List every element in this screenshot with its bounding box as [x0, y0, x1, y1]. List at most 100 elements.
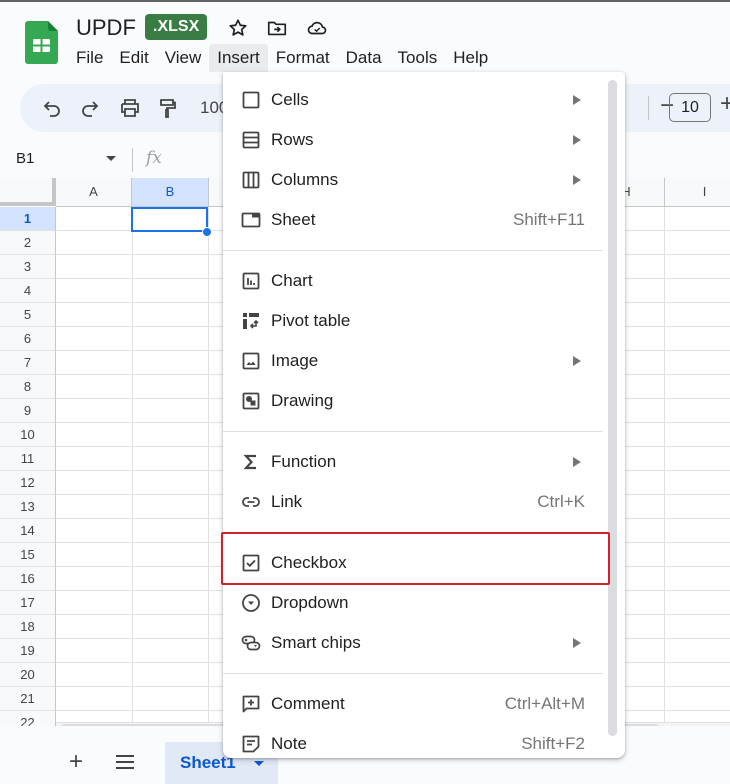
menu-item-label: Rows: [271, 130, 314, 149]
row-header-8[interactable]: 8: [0, 375, 56, 399]
menu-item-label: Columns: [271, 170, 339, 189]
fill-handle[interactable]: [202, 227, 212, 237]
sheet-tab-menu-icon[interactable]: [254, 761, 264, 766]
menu-format[interactable]: Format: [268, 44, 338, 72]
cloud-saved-icon[interactable]: [306, 17, 328, 39]
submenu-arrow-icon: [573, 135, 581, 145]
increase-font-size-button[interactable]: +: [720, 90, 730, 118]
column-gridline: [208, 207, 209, 726]
menu-insert[interactable]: Insert: [209, 44, 268, 72]
menu-item-label: Cells: [271, 90, 309, 109]
column-header-b[interactable]: B: [132, 178, 209, 207]
menu-item-sheet[interactable]: Sheet Shift+F11: [223, 200, 603, 240]
menu-separator: [223, 431, 603, 432]
smart-chips-icon: [241, 635, 261, 651]
window-top-border: [0, 0, 730, 2]
insert-menu: Cells Rows Columns Sheet Shift+F11 Chart…: [223, 72, 625, 758]
menu-scrollbar[interactable]: [608, 80, 617, 736]
columns-icon: [242, 171, 260, 189]
row-header-17[interactable]: 17: [0, 591, 56, 615]
menu-item-chart[interactable]: Chart: [223, 261, 603, 301]
menu-edit[interactable]: Edit: [111, 44, 156, 72]
redo-icon[interactable]: [78, 96, 102, 120]
select-all-corner[interactable]: [0, 178, 56, 206]
menu-item-function[interactable]: Function: [223, 442, 603, 482]
menu-item-dropdown[interactable]: Dropdown: [223, 583, 603, 623]
undo-icon[interactable]: [40, 96, 64, 120]
row-header-3[interactable]: 3: [0, 255, 56, 279]
comment-icon: [242, 695, 260, 713]
dropdown-icon: [242, 594, 260, 612]
menu-view[interactable]: View: [157, 44, 210, 72]
menu-item-label: Chart: [271, 271, 313, 290]
cells-icon: [242, 91, 260, 109]
row-header-16[interactable]: 16: [0, 567, 56, 591]
menu-item-cells[interactable]: Cells: [223, 80, 603, 120]
menu-item-smart-chips[interactable]: Smart chips: [223, 623, 603, 663]
row-header-13[interactable]: 13: [0, 495, 56, 519]
submenu-arrow-icon: [573, 638, 581, 648]
menu-data[interactable]: Data: [338, 44, 390, 72]
document-title[interactable]: UPDF: [76, 15, 136, 41]
row-header-1[interactable]: 1: [0, 207, 56, 231]
pivot-table-icon: [243, 313, 259, 329]
row-header-14[interactable]: 14: [0, 519, 56, 543]
name-box-dropdown-icon[interactable]: [106, 156, 116, 161]
menu-help[interactable]: Help: [445, 44, 496, 72]
menu-item-link[interactable]: Link Ctrl+K: [223, 482, 603, 522]
sheets-logo-icon[interactable]: [25, 21, 58, 64]
row-header-9[interactable]: 9: [0, 399, 56, 423]
menu-item-shortcut: Ctrl+Alt+M: [504, 694, 585, 713]
font-size-input[interactable]: 10: [669, 93, 711, 122]
row-header-6[interactable]: 6: [0, 327, 56, 351]
row-header-18[interactable]: 18: [0, 615, 56, 639]
menu-file[interactable]: File: [68, 44, 111, 72]
row-header-10[interactable]: 10: [0, 423, 56, 447]
menu-item-pivot-table[interactable]: Pivot table: [223, 301, 603, 341]
print-icon[interactable]: [118, 96, 142, 120]
menu-item-label: Comment: [271, 694, 345, 713]
menu-separator: [223, 673, 603, 674]
row-header-21[interactable]: 21: [0, 687, 56, 711]
row-header-12[interactable]: 12: [0, 471, 56, 495]
checkbox-icon: [242, 554, 260, 572]
toolbar-divider: [648, 96, 649, 120]
menu-item-note[interactable]: Note Shift+F2: [223, 724, 603, 758]
menu-item-comment[interactable]: Comment Ctrl+Alt+M: [223, 684, 603, 724]
star-icon[interactable]: [227, 17, 249, 39]
column-header-i[interactable]: I: [665, 178, 730, 207]
menu-item-shortcut: Shift+F2: [521, 734, 585, 753]
drawing-icon: [242, 392, 260, 410]
menu-item-label: Sheet: [271, 210, 316, 229]
name-box[interactable]: B1: [16, 150, 34, 167]
row-header-5[interactable]: 5: [0, 303, 56, 327]
menu-item-checkbox[interactable]: Checkbox: [223, 543, 603, 583]
chart-icon: [242, 272, 260, 290]
column-header-a[interactable]: A: [56, 178, 132, 207]
row-header-20[interactable]: 20: [0, 663, 56, 687]
menu-item-rows[interactable]: Rows: [223, 120, 603, 160]
menu-item-columns[interactable]: Columns: [223, 160, 603, 200]
menu-item-label: Note: [271, 734, 307, 753]
move-to-folder-icon[interactable]: [266, 17, 288, 39]
submenu-arrow-icon: [573, 95, 581, 105]
row-header-22[interactable]: 22: [0, 711, 56, 726]
paint-format-icon[interactable]: [156, 96, 180, 120]
row-header-19[interactable]: 19: [0, 639, 56, 663]
row-header-15[interactable]: 15: [0, 543, 56, 567]
link-icon: [242, 497, 260, 507]
menu-item-drawing[interactable]: Drawing: [223, 381, 603, 421]
menu-item-label: Drawing: [271, 391, 334, 410]
row-header-7[interactable]: 7: [0, 351, 56, 375]
add-sheet-button[interactable]: +: [66, 748, 86, 776]
all-sheets-menu-icon[interactable]: [115, 754, 135, 770]
menu-item-label: Dropdown: [271, 593, 349, 612]
row-header-11[interactable]: 11: [0, 447, 56, 471]
row-header-2[interactable]: 2: [0, 231, 56, 255]
menu-item-image[interactable]: Image: [223, 341, 603, 381]
menu-item-shortcut: Shift+F11: [513, 210, 585, 229]
note-icon: [242, 735, 260, 753]
selected-cell-b1[interactable]: [131, 207, 208, 232]
row-header-4[interactable]: 4: [0, 279, 56, 303]
menu-tools[interactable]: Tools: [390, 44, 446, 72]
